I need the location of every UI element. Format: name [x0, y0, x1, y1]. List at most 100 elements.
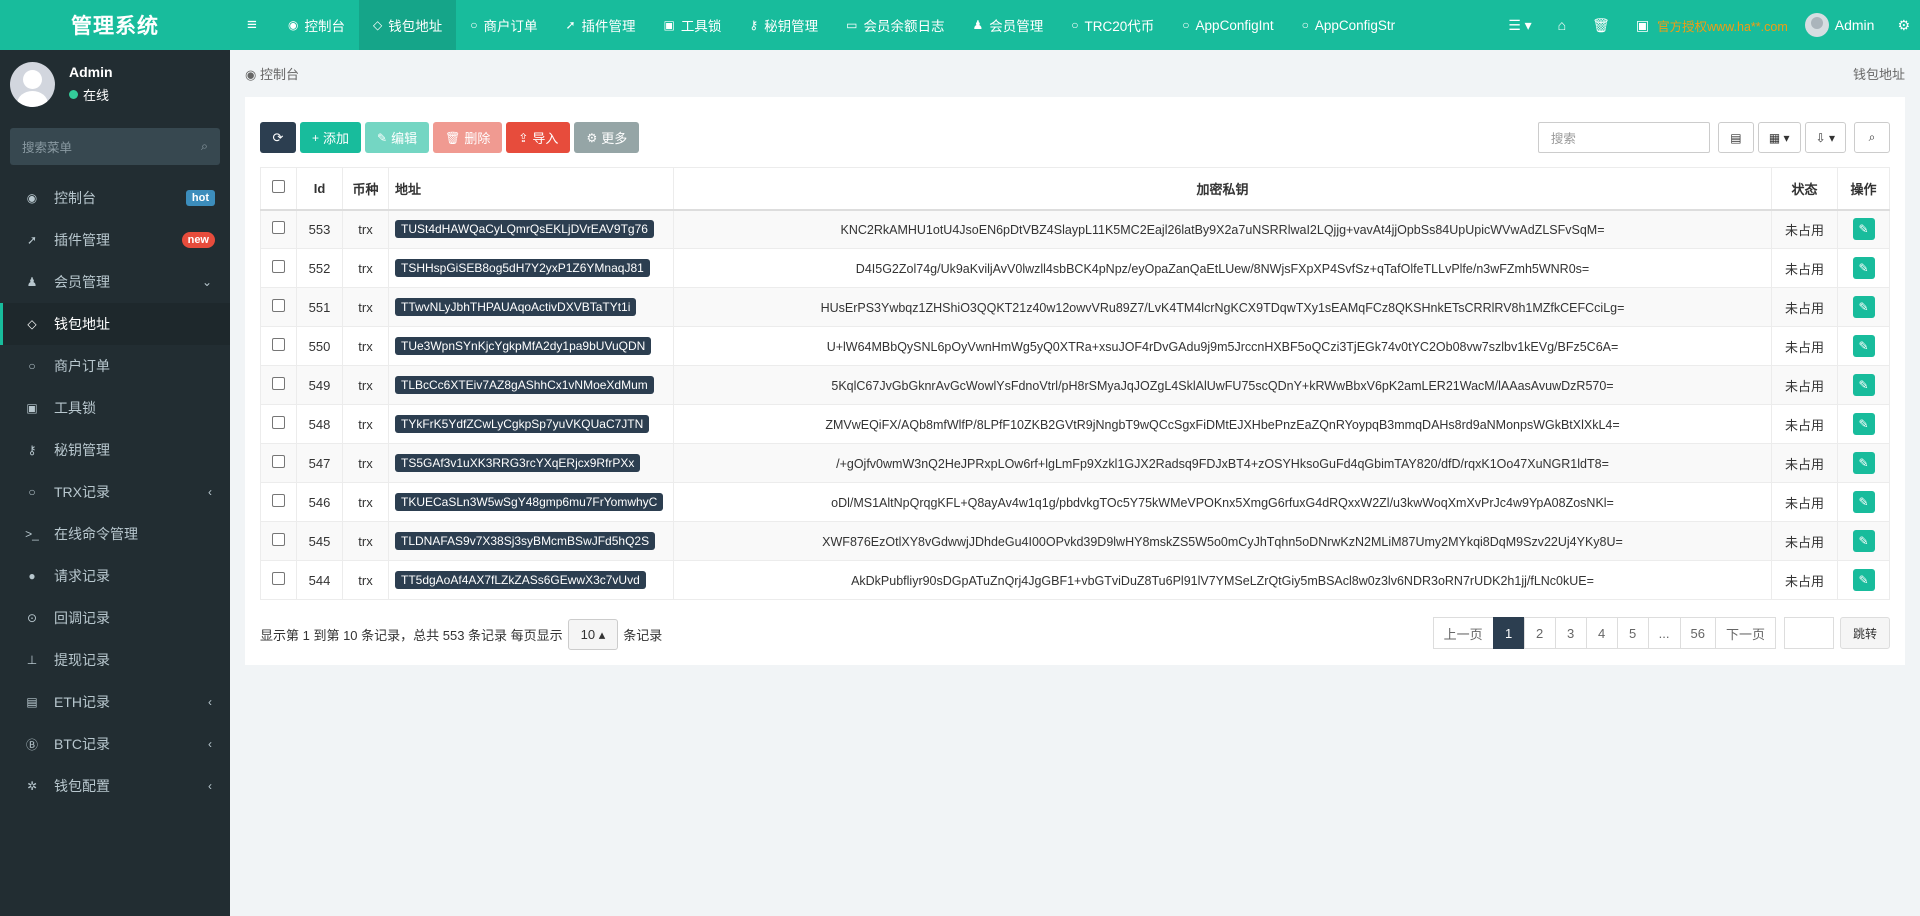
checkbox[interactable]: [272, 455, 285, 468]
pagination-info: 显示第 1 到第 10 条记录，总共 553 条记录 每页显示 10 ▴ 条记录: [260, 619, 662, 650]
checkbox[interactable]: [272, 416, 285, 429]
page-button[interactable]: 56: [1679, 617, 1716, 649]
import-button[interactable]: ⇪ 导入: [506, 122, 571, 153]
row-checkbox[interactable]: [260, 326, 297, 366]
row-checkbox[interactable]: [260, 287, 297, 327]
sidebar-item[interactable]: ◉ 控制台 hot: [0, 177, 230, 219]
sidebar-item[interactable]: ♟ 会员管理 ⌄: [0, 261, 230, 303]
nav-tab[interactable]: ◇ 钱包地址: [358, 0, 457, 50]
table-row: 549 trx TLBcCc6XTEiv7AZ8gAShhCx1vNMoeXdMum…: [260, 365, 1890, 405]
row-checkbox[interactable]: [260, 482, 297, 522]
checkbox[interactable]: [272, 377, 285, 390]
table-header-row: Id 币种 地址 加密私钥 状态 操作: [260, 167, 1890, 211]
cell-status: 未占用: [1771, 404, 1838, 444]
main-content: ◉ 控制台 钱包地址 ⟳ + 添加 ✎ 编辑 🗑 删除 ⇪ 导入 ⚙ 更多 搜索 ▤ ▦ …: [230, 50, 1920, 916]
app-logo[interactable]: 管理系统: [0, 0, 230, 50]
more-button[interactable]: ⚙ 更多: [574, 122, 640, 153]
page-button[interactable]: 4: [1585, 617, 1618, 649]
home-icon[interactable]: ⌂: [1545, 0, 1579, 50]
checkbox[interactable]: [272, 260, 285, 273]
nav-tab[interactable]: ○ 商户订单: [456, 0, 551, 50]
checkbox[interactable]: [272, 299, 285, 312]
breadcrumb-home[interactable]: ◉ 控制台: [245, 64, 299, 83]
col-id[interactable]: Id: [296, 167, 343, 211]
user-menu[interactable]: Admin: [1792, 0, 1888, 50]
edit-row-button[interactable]: ✎: [1852, 452, 1875, 474]
page-button[interactable]: 3: [1554, 617, 1587, 649]
nav-tab[interactable]: ○ TRC20代币: [1057, 0, 1168, 50]
page-button[interactable]: 5: [1616, 617, 1649, 649]
sidebar-toggle-icon[interactable]: ≡: [230, 0, 274, 50]
sidebar-item[interactable]: ▣ 工具锁: [0, 387, 230, 429]
encrypted-key: U+lW64MBbQySNL6pOyVwnHmWg5yQ0XTRa+xsuJOF…: [826, 339, 1619, 354]
sidebar-item[interactable]: ⚷ 秘钥管理: [0, 429, 230, 471]
sidebar-item[interactable]: ● 请求记录: [0, 555, 230, 597]
nav-tab[interactable]: ⚷ 秘钥管理: [735, 0, 832, 50]
table-search-input[interactable]: 搜索: [1537, 122, 1710, 153]
sidebar-item[interactable]: Ⓑ BTC记录 ‹: [0, 723, 230, 765]
row-checkbox[interactable]: [260, 560, 297, 600]
sidebar-item[interactable]: ➚ 插件管理 new: [0, 219, 230, 261]
edit-row-button[interactable]: ✎: [1852, 569, 1875, 591]
nav-tab[interactable]: ➚ 插件管理: [551, 0, 649, 50]
nav-tab[interactable]: ▣ 工具锁: [650, 0, 736, 50]
edit-row-button[interactable]: ✎: [1852, 530, 1875, 552]
page-jump-input[interactable]: [1783, 617, 1834, 649]
search-button[interactable]: ⌕: [1854, 122, 1890, 153]
prev-page-button[interactable]: 上一页: [1432, 617, 1494, 649]
checkbox[interactable]: [272, 221, 285, 235]
edit-row-button[interactable]: ✎: [1852, 374, 1875, 396]
delete-button[interactable]: 🗑 删除: [433, 122, 503, 153]
checkbox[interactable]: [272, 572, 285, 585]
checkbox[interactable]: [272, 338, 285, 351]
checkbox[interactable]: [272, 533, 285, 546]
menu-search-input[interactable]: 搜索菜单 ⌕: [10, 128, 220, 165]
sidebar-item[interactable]: ⊥ 提现记录: [0, 639, 230, 681]
sidebar-item[interactable]: ○ 商户订单: [0, 345, 230, 387]
row-checkbox[interactable]: [260, 248, 297, 288]
columns-button[interactable]: ▦ ▾: [1757, 122, 1801, 153]
row-checkbox[interactable]: [260, 521, 297, 561]
next-page-button[interactable]: 下一页: [1714, 617, 1776, 649]
gear-icon[interactable]: ⚙: [1887, 0, 1920, 50]
sidebar-item[interactable]: ⊙ 回调记录: [0, 597, 230, 639]
nav-tab[interactable]: ◉ 控制台: [274, 0, 359, 50]
edit-row-button[interactable]: ✎: [1852, 491, 1875, 513]
edit-button[interactable]: ✎ 编辑: [365, 122, 430, 153]
refresh-button[interactable]: ⟳: [260, 122, 296, 153]
sidebar-item[interactable]: ▤ ETH记录 ‹: [0, 681, 230, 723]
edit-row-button[interactable]: ✎: [1852, 335, 1875, 357]
export-button[interactable]: ⇩ ▾: [1804, 122, 1846, 153]
nav-tab[interactable]: ▭ 会员余额日志: [832, 0, 958, 50]
edit-row-button[interactable]: ✎: [1852, 413, 1875, 435]
page-button[interactable]: 2: [1523, 617, 1556, 649]
row-checkbox[interactable]: [260, 365, 297, 405]
nav-tab[interactable]: ○ AppConfigStr: [1288, 0, 1410, 50]
sidebar-item[interactable]: ✲ 钱包配置 ‹: [0, 765, 230, 807]
menu-dropdown-icon[interactable]: ☰ ▾: [1495, 0, 1544, 50]
row-checkbox[interactable]: [260, 404, 297, 444]
nav-tab[interactable]: ♟ 会员管理: [959, 0, 1058, 50]
nav-tab[interactable]: ○ AppConfigInt: [1168, 0, 1287, 50]
row-checkbox[interactable]: [260, 443, 297, 483]
select-all-checkbox[interactable]: [260, 167, 297, 211]
cache-icon[interactable]: ▣: [1623, 0, 1653, 50]
page-size-select[interactable]: 10 ▴: [567, 619, 619, 650]
sidebar-item[interactable]: ○ TRX记录 ‹: [0, 471, 230, 513]
cell-coin: trx: [342, 521, 389, 561]
page-button[interactable]: 1: [1492, 617, 1525, 649]
cell-coin: trx: [342, 209, 389, 249]
sidebar-item[interactable]: >_ 在线命令管理: [0, 513, 230, 555]
cell-key: D4I5G2Zol74g/Uk9aKviljAvV0lwzll4sbBCK4pN…: [673, 248, 1772, 288]
edit-row-button[interactable]: ✎: [1852, 218, 1875, 241]
jump-button[interactable]: 跳转: [1839, 617, 1890, 649]
edit-row-button[interactable]: ✎: [1852, 296, 1875, 318]
sidebar-item[interactable]: ◇ 钱包地址: [0, 303, 230, 345]
row-checkbox[interactable]: [260, 209, 297, 249]
chevron-icon: ‹: [208, 737, 212, 751]
checkbox[interactable]: [272, 494, 285, 507]
toggle-view-button[interactable]: ▤: [1717, 122, 1754, 153]
edit-row-button[interactable]: ✎: [1852, 257, 1875, 279]
trash-icon[interactable]: 🗑: [1579, 0, 1623, 50]
add-button[interactable]: + 添加: [300, 122, 362, 153]
